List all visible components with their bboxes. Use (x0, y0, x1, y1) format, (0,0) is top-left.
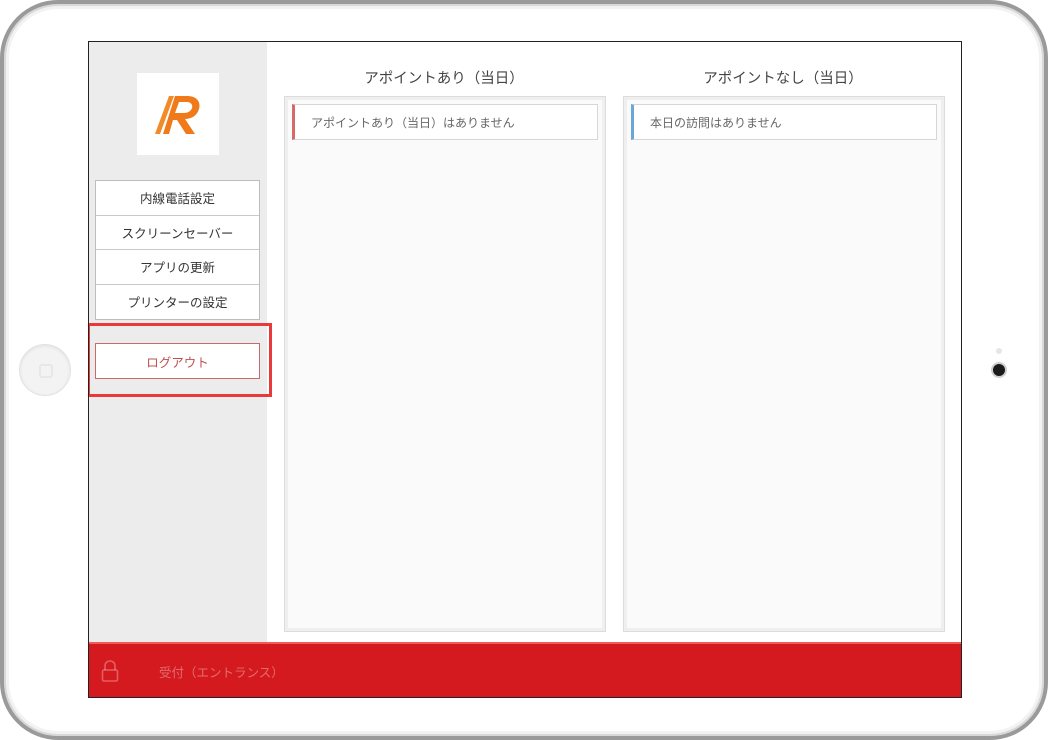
home-square-icon (39, 364, 53, 378)
menu-item-app-update[interactable]: アプリの更新 (96, 250, 259, 285)
sensor-dot (996, 348, 1002, 354)
sidebar: 内線電話設定 スクリーンセーバー アプリの更新 プリンターの設定 ログアウト (89, 42, 272, 642)
column-title-with-appointment: アポイントあり（当日） (364, 71, 524, 87)
walkin-list-panel: 本日の訪問はありません (623, 96, 945, 632)
column-title-without-appointment: アポイントなし（当日） (703, 71, 863, 87)
menu-item-printer-settings[interactable]: プリンターの設定 (96, 285, 259, 320)
empty-visit-notice: 本日の訪問はありません (631, 104, 937, 140)
footer-bar: 受付（エントランス） (89, 642, 961, 697)
lock-icon[interactable] (101, 660, 119, 682)
home-button[interactable] (19, 344, 71, 396)
footer-location-label: 受付（エントランス） (159, 665, 284, 680)
logout-button[interactable]: ログアウト (95, 343, 260, 379)
app-screen: 内線電話設定 スクリーンセーバー アプリの更新 プリンターの設定 ログアウト ア… (88, 41, 962, 698)
menu-item-extension-phone[interactable]: 内線電話設定 (96, 181, 259, 216)
camera-icon (993, 364, 1005, 376)
appointment-list-panel: アポイントあり（当日）はありません (284, 96, 606, 632)
app-logo (137, 73, 219, 155)
menu-item-screensaver[interactable]: スクリーンセーバー (96, 216, 259, 250)
r-logo-icon (155, 96, 200, 134)
empty-appointment-notice: アポイントあり（当日）はありません (292, 104, 598, 140)
settings-menu: 内線電話設定 スクリーンセーバー アプリの更新 プリンターの設定 (95, 180, 260, 320)
